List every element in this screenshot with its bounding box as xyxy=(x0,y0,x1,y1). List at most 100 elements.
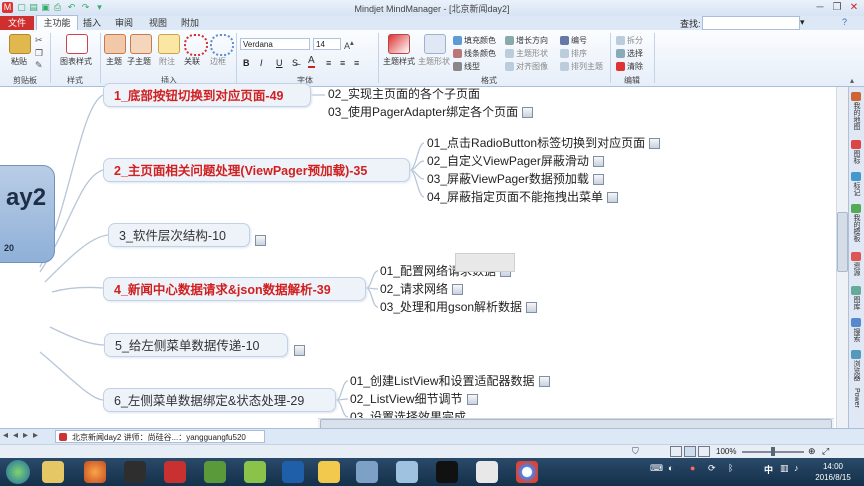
note-icon[interactable] xyxy=(649,138,661,150)
floating-topic-placeholder[interactable] xyxy=(455,253,515,272)
font-name-select[interactable]: Verdana xyxy=(240,38,310,50)
start-button[interactable] xyxy=(6,460,30,484)
templates-icon[interactable] xyxy=(851,204,861,213)
taskpane-templates[interactable]: 我的模板 xyxy=(850,214,862,250)
line-button[interactable]: 线型 xyxy=(453,61,480,72)
tab-review[interactable]: 审阅 xyxy=(112,16,136,30)
topic-1[interactable]: 1_底部按钮切换到对应页面-49 xyxy=(103,83,311,107)
subtopic-4-3[interactable]: 03_处理和用gson解析数据 xyxy=(380,299,538,315)
note-icon[interactable] xyxy=(538,376,550,388)
arrange-button[interactable]: 排列主题 xyxy=(560,61,603,72)
tray-ime-icon[interactable]: ◐ xyxy=(668,463,673,473)
cut-icon[interactable]: ✂ xyxy=(35,35,43,46)
document-tab[interactable]: 北京新闻day2 讲师：尚硅谷...：yangguangfu520 xyxy=(55,430,265,443)
subtopic-shape-button[interactable]: 主题形状 xyxy=(505,48,548,59)
subtopic-4-2[interactable]: 02_请求网络 xyxy=(380,281,464,297)
relationship-icon[interactable] xyxy=(184,34,208,56)
numbering-button[interactable]: 编号 xyxy=(560,35,587,46)
underline-button[interactable]: U xyxy=(276,58,283,68)
topic-2[interactable]: 2_主页面相关问题处理(ViewPager预加载)-35 xyxy=(103,158,410,182)
icons-icon[interactable] xyxy=(851,140,861,149)
note-icon[interactable] xyxy=(592,156,604,168)
subtopic-icon[interactable] xyxy=(130,34,152,54)
taskpane-icons[interactable]: 图标 xyxy=(850,150,862,170)
filter-icon[interactable]: ⛉ xyxy=(632,446,639,457)
android-studio-icon[interactable] xyxy=(204,461,226,483)
tray-bluetooth-icon[interactable]: ᛒ xyxy=(728,463,733,473)
subtopic-6-1[interactable]: 01_创建ListView和设置适配器数据 xyxy=(350,373,550,389)
topic-6[interactable]: 6_左侧菜单数据绑定&状态处理-29 xyxy=(103,388,336,412)
line-color-button[interactable]: 线条颜色 xyxy=(453,48,496,59)
vertical-scroll-thumb[interactable] xyxy=(837,212,848,272)
search-icon[interactable] xyxy=(851,318,861,327)
subtopic-1-2[interactable]: 02_实现主页面的各个子页面 xyxy=(328,86,480,102)
paste-icon[interactable] xyxy=(9,34,31,54)
note-icon[interactable] xyxy=(607,192,619,204)
tab-home[interactable]: 主功能 xyxy=(36,15,78,30)
subtopic-6-2[interactable]: 02_ListView细节调节 xyxy=(350,391,478,407)
tab-scroll-first-icon[interactable]: ◂ xyxy=(3,430,8,441)
ime-indicator[interactable]: 中 xyxy=(764,463,773,476)
weather-icon[interactable] xyxy=(318,461,340,483)
tray-volume-icon[interactable]: ♪ xyxy=(794,463,799,473)
firefox-icon[interactable] xyxy=(84,461,106,483)
tray-keyboard-icon[interactable]: ⌨ xyxy=(650,463,663,474)
browser-icon[interactable] xyxy=(851,350,861,359)
chrome-icon[interactable] xyxy=(516,461,538,483)
view-outline-icon[interactable] xyxy=(684,446,696,457)
note-icon[interactable] xyxy=(294,345,305,356)
split-button[interactable]: 拆分 xyxy=(616,35,643,46)
map-style-icon[interactable] xyxy=(66,34,88,54)
android-sdk-icon[interactable] xyxy=(244,461,266,483)
tab-view[interactable]: 视图 xyxy=(146,16,170,30)
boundary-icon[interactable] xyxy=(210,34,234,56)
grow-subtopics-button[interactable]: 增长方向 xyxy=(505,35,548,46)
topic-icon[interactable] xyxy=(104,34,126,54)
tab-scroll-right-icon[interactable]: ▸ xyxy=(23,430,28,441)
note-icon[interactable] xyxy=(522,107,534,119)
strikethrough-icon[interactable]: S̶ xyxy=(292,58,298,68)
align-right-icon[interactable]: ≡ xyxy=(354,58,359,68)
zoom-in-icon[interactable]: ⊕ xyxy=(808,446,816,457)
note-icon[interactable] xyxy=(466,394,478,406)
help-icon[interactable]: ? xyxy=(842,17,847,27)
notes-icon[interactable] xyxy=(396,461,418,483)
topic-shape-icon[interactable] xyxy=(424,34,446,54)
find-input[interactable] xyxy=(702,16,800,30)
topic-4[interactable]: 4_新闻中心数据请求&json数据解析-39 xyxy=(103,277,366,301)
taskpane-browser[interactable]: 浏览器 xyxy=(850,360,862,386)
tray-network-icon[interactable]: ▥ xyxy=(780,463,789,474)
grow-font-icon[interactable]: A▴ xyxy=(344,38,354,51)
library-icon[interactable] xyxy=(851,286,861,295)
tab-scroll-left-icon[interactable]: ◂ xyxy=(13,430,18,441)
zoom-slider-thumb[interactable] xyxy=(771,447,775,456)
taskpane-resources[interactable]: 资源 xyxy=(850,262,862,284)
tab-file[interactable]: 文件 xyxy=(0,16,34,30)
note-icon[interactable] xyxy=(592,174,604,186)
java-icon[interactable] xyxy=(476,461,498,483)
taskpane-library[interactable]: 图库 xyxy=(850,296,862,316)
mindmanager-app-icon[interactable] xyxy=(282,461,304,483)
restore-button[interactable]: ❐ xyxy=(829,1,845,14)
topic-style-icon[interactable] xyxy=(388,34,410,54)
subtopic-1-3[interactable]: 03_使用PagerAdapter绑定各个页面 xyxy=(328,104,534,120)
select-button[interactable]: 选择 xyxy=(616,48,643,59)
tray-app-icon[interactable]: ● xyxy=(690,463,695,473)
format-painter-icon[interactable]: ✎ xyxy=(35,60,43,71)
clear-button[interactable]: 清除 xyxy=(616,61,643,72)
callout-icon[interactable] xyxy=(158,34,180,54)
note-icon[interactable] xyxy=(452,284,464,296)
note-icon[interactable] xyxy=(255,235,266,246)
tray-sync-icon[interactable]: ⟳ xyxy=(708,463,716,474)
taskpane-my-maps[interactable]: 我的地图 xyxy=(850,102,862,138)
tab-scroll-last-icon[interactable]: ▸ xyxy=(33,430,38,441)
subtopic-2-2[interactable]: 02_自定义ViewPager屏蔽滑动 xyxy=(427,153,604,169)
subtopic-2-4[interactable]: 04_屏蔽指定页面不能拖拽出菜单 xyxy=(427,189,619,205)
bold-button[interactable]: B xyxy=(243,58,250,68)
minimize-button[interactable]: ─ xyxy=(812,1,828,14)
resources-icon[interactable] xyxy=(851,252,861,261)
subtopic-6-3[interactable]: 03_设置选择效果完成 xyxy=(350,409,466,418)
italic-button[interactable]: I xyxy=(260,58,263,68)
tool-icon[interactable] xyxy=(356,461,378,483)
align-center-icon[interactable]: ≡ xyxy=(340,58,345,68)
